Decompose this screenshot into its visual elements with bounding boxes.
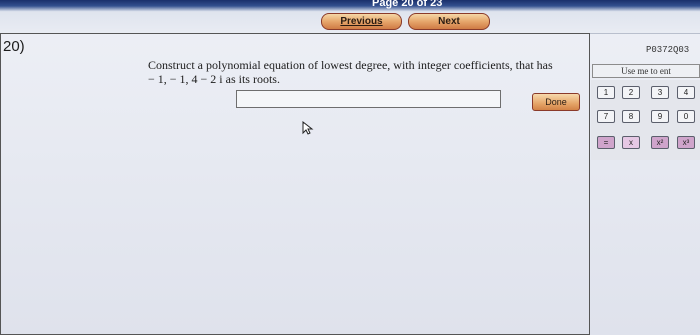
next-button[interactable]: Next [408,13,490,30]
mouse-cursor-icon [302,121,314,135]
question-text-line-1: Construct a polynomial equation of lowes… [148,58,553,72]
palette-instruction: Use me to ent [592,64,700,78]
key-7[interactable]: 7 [597,110,615,123]
question-text: Construct a polynomial equation of lowes… [148,58,588,86]
page-indicator: Page 20 of 23 [372,0,443,9]
key-4[interactable]: 4 [677,86,695,99]
key-x-squared[interactable]: x² [651,136,669,149]
answer-input[interactable] [236,90,501,108]
math-palette: 1 2 3 4 7 8 9 0 = x x² x³ [591,80,700,160]
question-id: P0372Q03 [646,45,690,55]
done-button[interactable]: Done [532,93,580,111]
key-x[interactable]: x [622,136,640,149]
key-1[interactable]: 1 [597,86,615,99]
key-0[interactable]: 0 [677,110,695,123]
key-3[interactable]: 3 [651,86,669,99]
key-equals[interactable]: = [597,136,615,149]
key-8[interactable]: 8 [622,110,640,123]
key-x-cubed[interactable]: x³ [677,136,695,149]
question-text-line-2: − 1, − 1, 4 − 2 i as its roots. [148,72,280,86]
key-2[interactable]: 2 [622,86,640,99]
previous-button[interactable]: Previous [321,13,402,30]
key-9[interactable]: 9 [651,110,669,123]
question-number: 20) [3,38,25,55]
top-navigation-bar: Page 20 of 23 Previous Next [0,0,700,34]
